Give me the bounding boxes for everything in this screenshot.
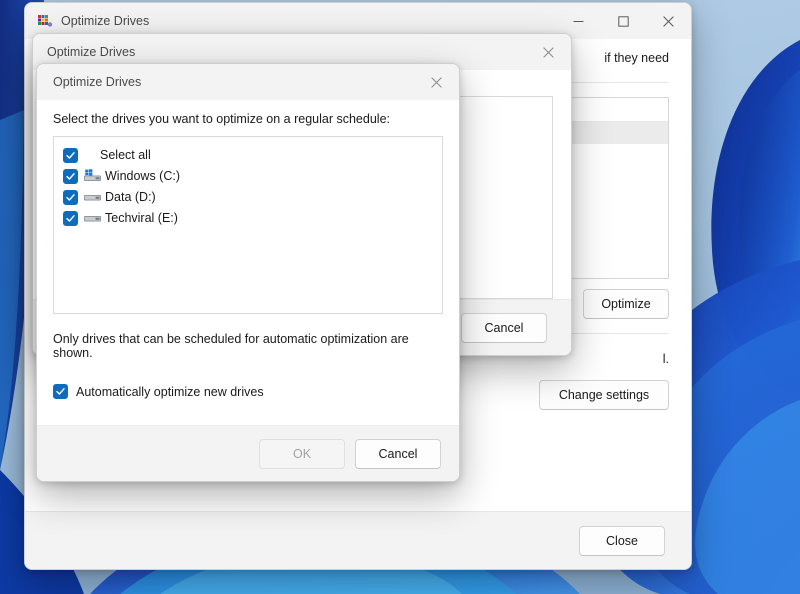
list-item-label: Select all [100,148,151,162]
cancel-button[interactable]: Cancel [461,313,547,343]
maximize-icon[interactable] [601,3,646,39]
close-icon[interactable] [414,64,459,100]
list-item-data-d[interactable]: Data (D:) [54,187,442,207]
checkbox-auto-optimize[interactable] [53,384,68,399]
close-button[interactable]: Close [579,526,665,556]
drive-checkbox-list[interactable]: Select all Window [53,136,443,314]
main-window-title: Optimize Drives [61,14,149,28]
main-window-footer: Close [25,511,691,569]
window-caption-buttons[interactable] [556,3,691,39]
change-settings-button[interactable]: Change settings [539,380,669,410]
drive-icon [84,190,101,204]
inner-dialog-titlebar[interactable]: Optimize Drives [37,64,459,100]
optimize-button[interactable]: Optimize [583,289,669,319]
inner-dialog-body: Select the drives you want to optimize o… [37,100,459,481]
list-item-label: Data (D:) [105,190,156,204]
checkbox-data-d[interactable] [63,190,78,205]
checkbox-techviral-e[interactable] [63,211,78,226]
inner-dialog-footer: OK Cancel [37,425,459,481]
defrag-icon [37,13,53,29]
close-icon[interactable] [526,34,571,70]
list-item-techviral-e[interactable]: Techviral (E:) [54,208,442,228]
checkbox-windows-c[interactable] [63,169,78,184]
list-item-label: Techviral (E:) [105,211,178,225]
inner-dialog-title: Optimize Drives [53,75,141,89]
middle-dialog-title: Optimize Drives [47,45,135,59]
drive-icon [84,211,101,225]
optimize-drives-schedule-dialog[interactable]: Optimize Drives Select the drives you wa… [36,63,460,482]
cancel-button[interactable]: Cancel [355,439,441,469]
auto-optimize-label: Automatically optimize new drives [76,385,264,399]
list-item-windows-c[interactable]: Windows (C:) [54,166,442,186]
list-item-label: Windows (C:) [105,169,180,183]
drive-selection-prompt: Select the drives you want to optimize o… [37,100,459,126]
windows-drive-icon [84,169,101,183]
drive-list-note: Only drives that can be scheduled for au… [37,314,459,360]
list-item-select-all[interactable]: Select all [54,145,442,165]
auto-optimize-row[interactable]: Automatically optimize new drives [37,360,459,399]
checkbox-select-all[interactable] [63,148,78,163]
close-icon[interactable] [646,3,691,39]
inner-dialog-caption-buttons[interactable] [414,64,459,100]
ok-button[interactable]: OK [259,439,345,469]
middle-dialog-caption-buttons[interactable] [526,34,571,70]
